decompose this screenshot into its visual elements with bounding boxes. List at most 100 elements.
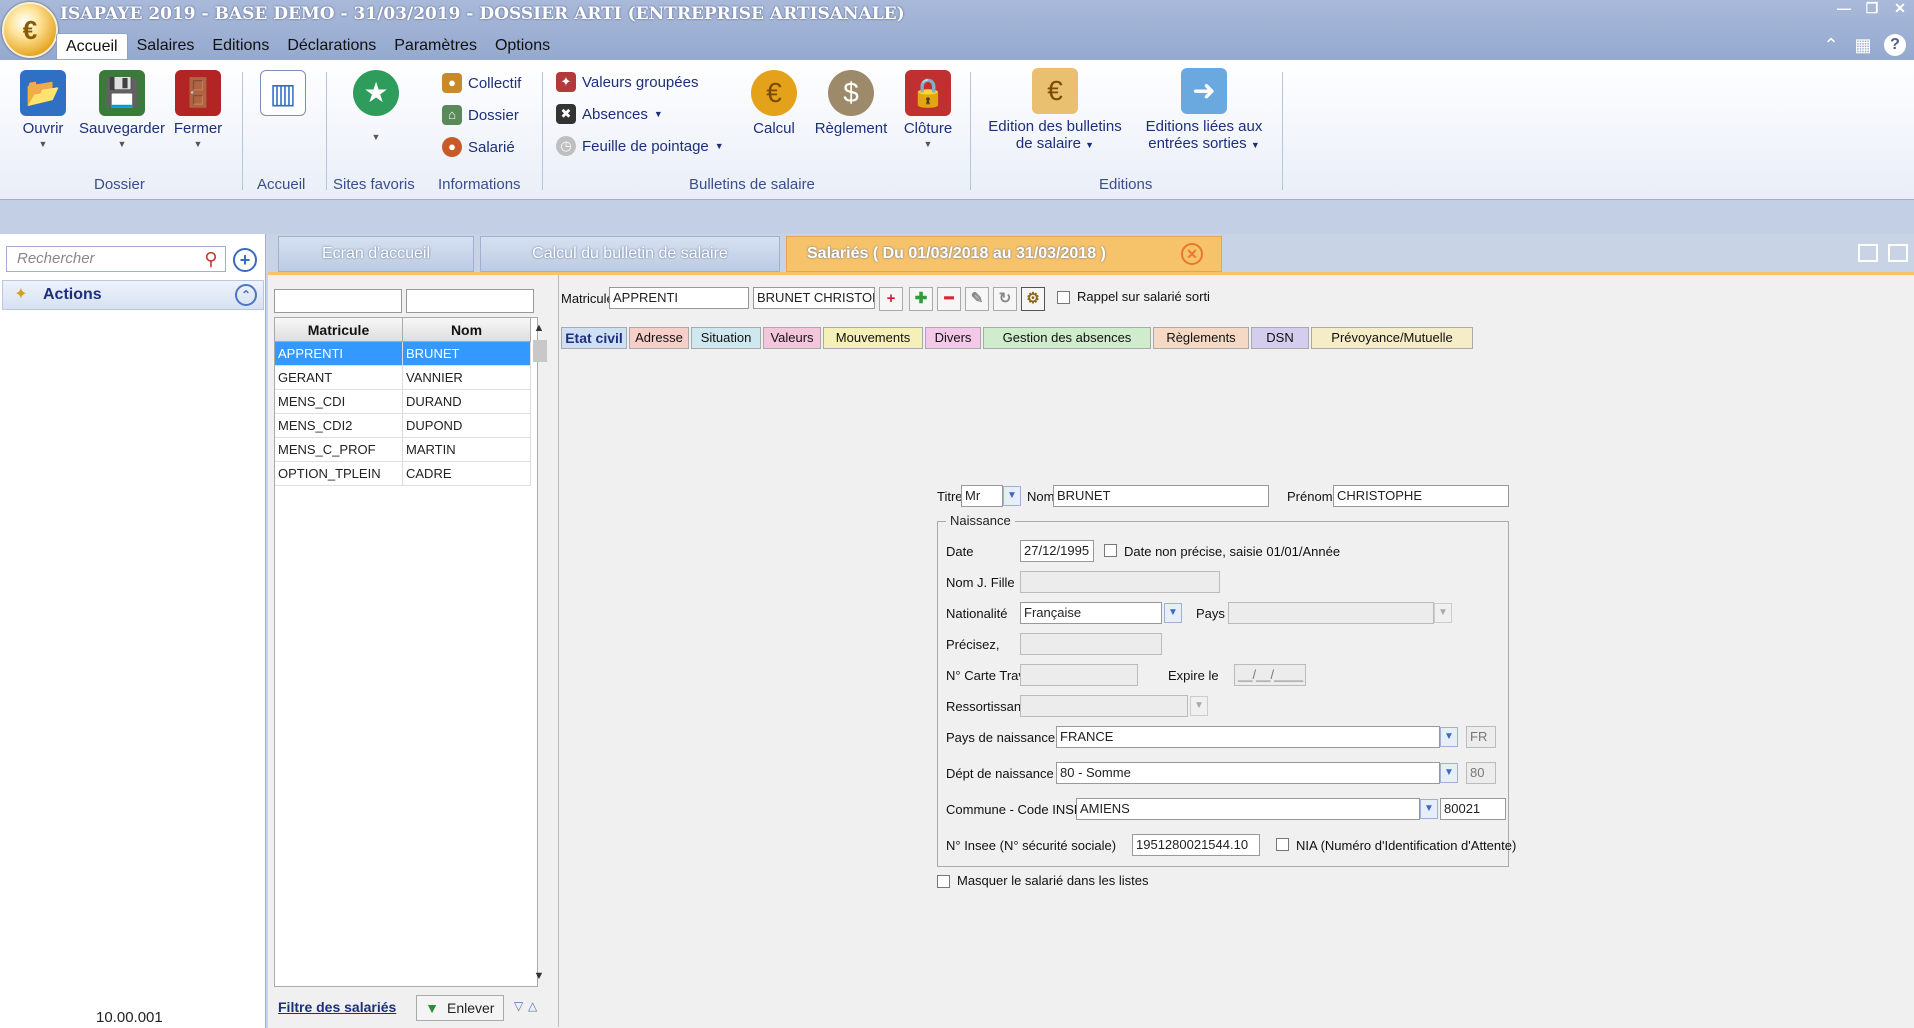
subtab-divers[interactable]: Divers bbox=[925, 327, 981, 349]
scrollbar-thumb[interactable] bbox=[533, 340, 547, 362]
date-naissance-field[interactable]: 27/12/1995 bbox=[1020, 540, 1094, 562]
add-circle-icon[interactable]: + bbox=[233, 248, 257, 272]
sauvegarder-button[interactable]: 💾 Sauvegarder ▼ bbox=[76, 70, 168, 149]
titre-dropdown-icon[interactable]: ▼ bbox=[1003, 486, 1021, 506]
pays-naissance-dropdown-icon[interactable]: ▼ bbox=[1440, 727, 1458, 747]
valeurs-groupees-button[interactable]: ✦ Valeurs groupées bbox=[556, 72, 698, 92]
menu-options[interactable]: Options bbox=[486, 33, 559, 59]
menu-accueil[interactable]: Accueil bbox=[56, 33, 128, 59]
commune-dropdown-icon[interactable]: ▼ bbox=[1420, 799, 1438, 819]
tab-ecran-accueil[interactable]: Ecran d'accueil bbox=[278, 236, 474, 272]
subtab-gestion-absences[interactable]: Gestion des absences bbox=[983, 327, 1151, 349]
dossier-info-button[interactable]: ⌂ Dossier bbox=[442, 105, 519, 125]
filtre-salaries-link[interactable]: Filtre des salariés bbox=[278, 999, 396, 1015]
ouvrir-button[interactable]: 📂 Ouvrir ▼ bbox=[14, 70, 72, 149]
search-icon[interactable]: ⚲ bbox=[200, 249, 222, 269]
tab-salaries[interactable]: Salariés ( Du 01/03/2018 au 31/03/2018 ) bbox=[786, 236, 1222, 272]
reglement-button[interactable]: $ Règlement bbox=[808, 70, 894, 137]
ressortissant-dropdown-icon[interactable]: ▼ bbox=[1190, 696, 1208, 716]
menu-editions[interactable]: Editions bbox=[203, 33, 278, 59]
expire-field[interactable]: __/__/____ bbox=[1234, 664, 1306, 686]
add-plus-icon[interactable]: + bbox=[879, 287, 903, 311]
refresh-icon[interactable]: ↻ bbox=[993, 287, 1017, 311]
numero-insee-field[interactable]: 1951280021544.10 bbox=[1132, 834, 1260, 856]
subtab-situation[interactable]: Situation bbox=[691, 327, 761, 349]
sites-favoris-button[interactable]: ★ ▼ bbox=[350, 70, 402, 142]
actions-header[interactable]: ✦ Actions ⌃ bbox=[2, 280, 264, 310]
add-employee-icon[interactable]: ✚ bbox=[909, 287, 933, 311]
delete-employee-icon[interactable]: ━ bbox=[937, 287, 961, 311]
close-tab-icon[interactable]: ✕ bbox=[1181, 243, 1203, 265]
scroll-up-arrow[interactable]: ▲ bbox=[531, 318, 547, 338]
masquer-salarie-checkbox[interactable] bbox=[937, 875, 950, 888]
rappel-salarie-sorti-checkbox[interactable] bbox=[1057, 291, 1070, 304]
matricule-field[interactable]: APPRENTI bbox=[609, 287, 749, 309]
subtab-reglements[interactable]: Règlements bbox=[1153, 327, 1249, 349]
absences-button[interactable]: ✖ Absences ▼ bbox=[556, 104, 663, 124]
dept-naissance-dropdown-icon[interactable]: ▼ bbox=[1440, 763, 1458, 783]
nationalite-field[interactable]: Française bbox=[1020, 602, 1162, 624]
nia-checkbox[interactable] bbox=[1276, 838, 1289, 851]
carte-trav-field[interactable] bbox=[1020, 664, 1138, 686]
feuille-pointage-button[interactable]: ◷ Feuille de pointage ▼ bbox=[556, 136, 724, 156]
tab-calcul-bulletin[interactable]: Calcul du bulletin de salaire bbox=[480, 236, 780, 272]
table-row[interactable]: MENS_CDI2 DUPOND bbox=[275, 414, 531, 438]
calculator-icon[interactable]: ▦ bbox=[1852, 34, 1874, 56]
salarie-button[interactable]: ● Salarié bbox=[442, 137, 515, 157]
scroll-down-arrow[interactable]: ▼ bbox=[531, 966, 547, 986]
subtab-dsn[interactable]: DSN bbox=[1251, 327, 1309, 349]
minimize-button[interactable]: — bbox=[1830, 0, 1858, 18]
collapse-up-icon[interactable]: ⌃ bbox=[235, 284, 257, 306]
search-input[interactable]: Rechercher bbox=[6, 246, 226, 272]
subtab-prevoyance-mutuelle[interactable]: Prévoyance/Mutuelle bbox=[1311, 327, 1473, 349]
subtab-valeurs[interactable]: Valeurs bbox=[763, 327, 821, 349]
sort-down-icon[interactable]: ▽ bbox=[514, 999, 523, 1013]
matricule-filter-input[interactable] bbox=[274, 289, 402, 313]
nom-field[interactable]: BRUNET bbox=[1053, 485, 1269, 507]
menu-salaires[interactable]: Salaires bbox=[128, 33, 204, 59]
commune-field[interactable]: AMIENS bbox=[1076, 798, 1420, 820]
editions-entrees-sorties-button[interactable]: ➜ Editions liées aux entrées sorties ▼ bbox=[1134, 68, 1274, 152]
pays-dropdown-icon[interactable]: ▼ bbox=[1434, 603, 1452, 623]
edition-bulletins-button[interactable]: € Edition des bulletins de salaire ▼ bbox=[980, 68, 1130, 152]
column-header-nom[interactable]: Nom bbox=[403, 318, 531, 342]
collectif-button[interactable]: ● Collectif bbox=[442, 73, 521, 93]
dept-naissance-field[interactable]: 80 - Somme bbox=[1056, 762, 1440, 784]
subtab-mouvements[interactable]: Mouvements bbox=[823, 327, 923, 349]
menu-declarations[interactable]: Déclarations bbox=[278, 33, 385, 59]
split-panel-icon[interactable] bbox=[1888, 244, 1908, 262]
table-row[interactable]: APPRENTI BRUNET bbox=[275, 342, 531, 366]
date-non-precise-checkbox[interactable] bbox=[1104, 544, 1117, 557]
precisez-field[interactable] bbox=[1020, 633, 1162, 655]
sort-up-icon[interactable]: △ bbox=[528, 999, 537, 1013]
table-row[interactable]: GERANT VANNIER bbox=[275, 366, 531, 390]
collapse-ribbon-icon[interactable]: ⌃ bbox=[1820, 34, 1842, 56]
nom-jeune-fille-field[interactable] bbox=[1020, 571, 1220, 593]
ressortissant-field[interactable] bbox=[1020, 695, 1188, 717]
table-row[interactable]: MENS_C_PROF MARTIN bbox=[275, 438, 531, 462]
calcul-button[interactable]: € Calcul bbox=[744, 70, 804, 137]
pays-field[interactable] bbox=[1228, 602, 1434, 624]
fermer-button[interactable]: 🚪 Fermer ▼ bbox=[170, 70, 226, 149]
table-row[interactable]: OPTION_TPLEIN CADRE bbox=[275, 462, 531, 486]
pays-naissance-field[interactable]: FRANCE bbox=[1056, 726, 1440, 748]
column-header-matricule[interactable]: Matricule bbox=[275, 318, 403, 342]
code-insee-field[interactable]: 80021 bbox=[1440, 798, 1506, 820]
nationalite-dropdown-icon[interactable]: ▼ bbox=[1164, 603, 1182, 623]
app-logo[interactable]: € bbox=[2, 2, 58, 58]
titre-field[interactable]: Mr bbox=[961, 485, 1003, 507]
close-window-button[interactable]: ✕ bbox=[1886, 0, 1914, 18]
nom-filter-input[interactable] bbox=[406, 289, 534, 313]
edit-icon[interactable]: ✎ bbox=[965, 287, 989, 311]
single-panel-icon[interactable] bbox=[1858, 244, 1878, 262]
menu-parametres[interactable]: Paramètres bbox=[385, 33, 486, 59]
subtab-etat-civil[interactable]: Etat civil bbox=[561, 327, 627, 349]
table-row[interactable]: MENS_CDI DURAND bbox=[275, 390, 531, 414]
help-icon[interactable]: ? bbox=[1884, 34, 1906, 56]
enlever-button[interactable]: ▼ Enlever bbox=[416, 995, 504, 1021]
subtab-adresse[interactable]: Adresse bbox=[629, 327, 689, 349]
settings-tool-icon[interactable]: ⚙ bbox=[1021, 287, 1045, 311]
accueil-button[interactable]: ▥ bbox=[258, 70, 308, 120]
cloture-button[interactable]: 🔒 Clôture ▼ bbox=[896, 70, 960, 149]
restore-button[interactable]: ❐ bbox=[1858, 0, 1886, 18]
